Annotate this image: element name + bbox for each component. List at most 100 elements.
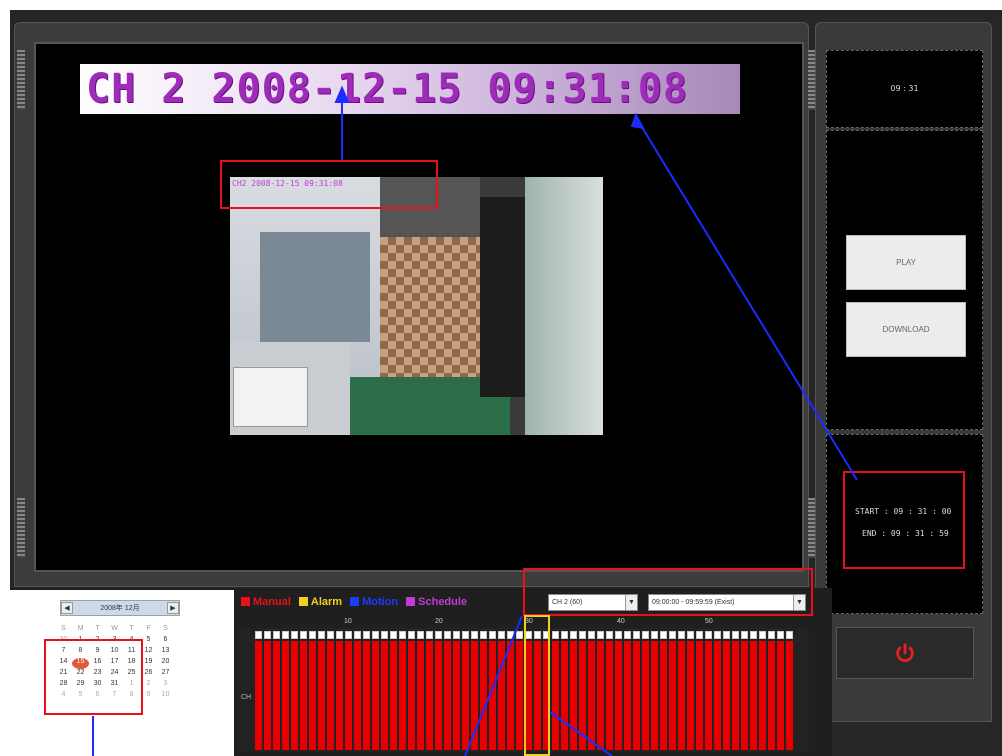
timeline-cursor[interactable] (524, 615, 550, 756)
timeline-record-bar[interactable] (705, 641, 712, 750)
timeline-minute-cell[interactable] (507, 631, 514, 639)
timeline-minute-cell[interactable] (777, 631, 784, 639)
timeline-minute-cell[interactable] (255, 631, 262, 639)
timeline-record-bar[interactable] (669, 641, 676, 750)
timeline-minute-cell[interactable] (570, 631, 577, 639)
calendar-day[interactable]: 27 (157, 669, 174, 680)
timeline-minute-cell[interactable] (642, 631, 649, 639)
timeline-minute-cell[interactable] (363, 631, 370, 639)
timeline-minute-cell[interactable] (714, 631, 721, 639)
timeline-record-bar[interactable] (336, 641, 343, 750)
timeline-record-bar[interactable] (372, 641, 379, 750)
timeline-minute-cell[interactable] (273, 631, 280, 639)
timeline-minute-cell[interactable] (732, 631, 739, 639)
timeline-record-bar[interactable] (282, 641, 289, 750)
timeline-minute-cell[interactable] (309, 631, 316, 639)
resize-handle[interactable] (17, 498, 25, 558)
timeline-record-bar[interactable] (291, 641, 298, 750)
timeline-minute-cell[interactable] (471, 631, 478, 639)
power-button[interactable] (836, 627, 974, 679)
timeline-record-bar[interactable] (723, 641, 730, 750)
timeline-minute-cell[interactable] (606, 631, 613, 639)
timeline-record-bar[interactable] (786, 641, 793, 750)
timeline-record-bar[interactable] (606, 641, 613, 750)
timeline-record-bar[interactable] (642, 641, 649, 750)
timeline-minute-cell[interactable] (750, 631, 757, 639)
timeline-record-bar[interactable] (462, 641, 469, 750)
timeline-minute-cell[interactable] (390, 631, 397, 639)
timeline-minute-cell[interactable] (723, 631, 730, 639)
timeline-minute-cell[interactable] (336, 631, 343, 639)
timeline-minute-cell[interactable] (588, 631, 595, 639)
timeline-record-bar[interactable] (633, 641, 640, 750)
prev-month-button[interactable]: ◀ (61, 602, 73, 614)
next-month-button[interactable]: ▶ (167, 602, 179, 614)
timeline-minute-cell[interactable] (489, 631, 496, 639)
timeline-minute-cell[interactable] (705, 631, 712, 639)
timeline-minute-cell[interactable] (399, 631, 406, 639)
timeline-minute-cell[interactable] (300, 631, 307, 639)
timeline-minute-cell[interactable] (408, 631, 415, 639)
timeline-record-bar[interactable] (264, 641, 271, 750)
timeline-record-bar[interactable] (687, 641, 694, 750)
timeline-record-bar[interactable] (660, 641, 667, 750)
timeline-record-bar[interactable] (417, 641, 424, 750)
timeline-record-bar[interactable] (345, 641, 352, 750)
timeline-record-bar[interactable] (453, 641, 460, 750)
camera-feed[interactable]: CH2 2008-12-15 09:31:08 (230, 177, 603, 435)
timeline-minute-cell[interactable] (291, 631, 298, 639)
timeline-record-bar[interactable] (390, 641, 397, 750)
calendar-day[interactable]: 13 (157, 647, 174, 658)
timeline-record-bar[interactable] (327, 641, 334, 750)
timeline-record-bar[interactable] (480, 641, 487, 750)
timeline-minute-cell[interactable] (696, 631, 703, 639)
timeline-record-bar[interactable] (363, 641, 370, 750)
timeline-record-bar[interactable] (768, 641, 775, 750)
timeline-record-bar[interactable] (777, 641, 784, 750)
timeline-minute-cell[interactable] (435, 631, 442, 639)
timeline-record-bar[interactable] (678, 641, 685, 750)
timeline-minute-cell[interactable] (318, 631, 325, 639)
timeline-record-bar[interactable] (597, 641, 604, 750)
calendar-day[interactable]: 20 (157, 658, 174, 669)
timeline-record-bar[interactable] (714, 641, 721, 750)
timeline-record-bar[interactable] (426, 641, 433, 750)
timeline-record-bar[interactable] (741, 641, 748, 750)
timeline-record-bar[interactable] (498, 641, 505, 750)
timeline-record-bar[interactable] (435, 641, 442, 750)
timeline-minute-cell[interactable] (282, 631, 289, 639)
timeline-minute-cell[interactable] (651, 631, 658, 639)
timeline-minute-cell[interactable] (327, 631, 334, 639)
timeline-minute-cell[interactable] (480, 631, 487, 639)
timeline-record-bar[interactable] (381, 641, 388, 750)
calendar-day[interactable]: 6 (157, 636, 174, 647)
timeline-record-bar[interactable] (570, 641, 577, 750)
timeline-record-bar[interactable] (624, 641, 631, 750)
timeline-minute-cell[interactable] (372, 631, 379, 639)
timeline-record-bar[interactable] (516, 641, 523, 750)
timeline-record-bar[interactable] (615, 641, 622, 750)
timeline-record-bar[interactable] (732, 641, 739, 750)
timeline-minute-cell[interactable] (426, 631, 433, 639)
timeline-minute-cell[interactable] (462, 631, 469, 639)
timeline-minute-cell[interactable] (786, 631, 793, 639)
timeline-record-bar[interactable] (354, 641, 361, 750)
timeline-record-bar[interactable] (759, 641, 766, 750)
timeline-minute-cell[interactable] (354, 631, 361, 639)
play-button[interactable]: PLAY (846, 235, 966, 290)
timeline-record-bar[interactable] (489, 641, 496, 750)
download-button[interactable]: DOWNLOAD (846, 302, 966, 357)
timeline-record-bar[interactable] (750, 641, 757, 750)
timeline-minute-cell[interactable] (561, 631, 568, 639)
timeline-record-bar[interactable] (399, 641, 406, 750)
timeline-record-bar[interactable] (696, 641, 703, 750)
timeline-record-bar[interactable] (318, 641, 325, 750)
timeline-minute-cell[interactable] (552, 631, 559, 639)
timeline-record-bar[interactable] (561, 641, 568, 750)
timeline-minute-cell[interactable] (687, 631, 694, 639)
timeline-minute-cell[interactable] (741, 631, 748, 639)
timeline-minute-cell[interactable] (768, 631, 775, 639)
timeline-record-bar[interactable] (651, 641, 658, 750)
timeline-minute-cell[interactable] (597, 631, 604, 639)
calendar-day[interactable]: 3 (157, 680, 174, 691)
